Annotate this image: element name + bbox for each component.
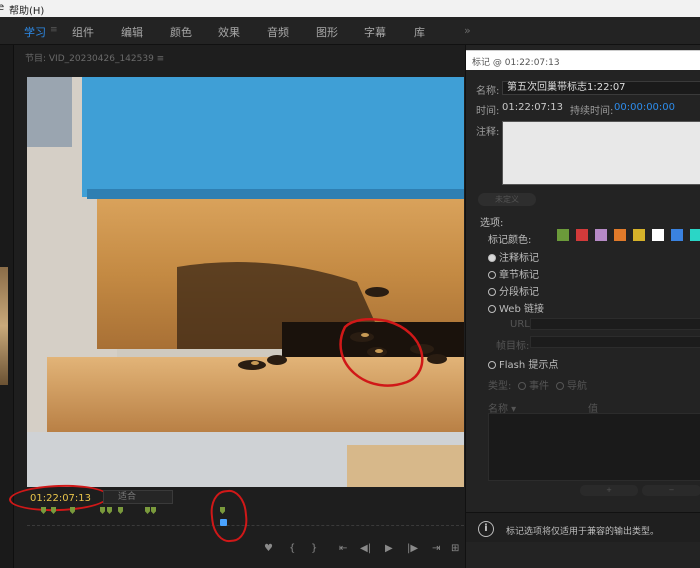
marker-icon[interactable] xyxy=(70,507,75,514)
add-cue-button: + xyxy=(580,485,638,496)
color-swatch-red[interactable] xyxy=(576,229,588,241)
radio-off-icon xyxy=(488,305,496,313)
frame-target-label: 帧目标: xyxy=(496,341,530,352)
step-forward-button[interactable]: |▶ xyxy=(407,543,418,554)
video-image xyxy=(27,77,464,487)
color-swatch-cyan[interactable] xyxy=(690,229,700,241)
options-label: 选项: xyxy=(480,218,504,229)
tab-effects[interactable]: 效果 xyxy=(218,24,240,40)
color-swatch-green[interactable] xyxy=(557,229,569,241)
duration-label: 持续时间: xyxy=(570,106,614,117)
radio-web-link[interactable]: Web 链接 xyxy=(488,300,544,315)
clip-thumbnail xyxy=(0,267,8,385)
color-swatch-white[interactable] xyxy=(652,229,664,241)
menu-bar: e 帮助(H) xyxy=(0,0,700,17)
annotation-circle xyxy=(208,488,250,544)
radio-off-icon xyxy=(518,382,526,390)
go-to-out-button[interactable]: ⇥ xyxy=(432,543,440,554)
marker-icon[interactable] xyxy=(41,507,46,514)
left-panel-strip xyxy=(0,45,14,568)
time-value[interactable]: 01:22:07:13 xyxy=(502,102,563,113)
comment-textarea[interactable] xyxy=(502,121,700,185)
radio-segment-marker[interactable]: 分段标记 xyxy=(488,283,539,298)
tab-libraries[interactable]: 库 xyxy=(414,24,425,40)
time-label: 时间: xyxy=(476,106,500,117)
marker-icon[interactable] xyxy=(51,507,56,514)
marker-panel: 标记 @ 01:22:07:13 名称: 第五次回巢带标志1:22:07 时间:… xyxy=(465,45,700,568)
workspace-bar: 学习 ≡ 组件 编辑 颜色 效果 音频 图形 字幕 库 » xyxy=(0,17,700,45)
remove-cue-button: − xyxy=(642,485,700,496)
tab-learn[interactable]: 学习 xyxy=(24,24,46,40)
program-monitor: 节目: VID_20230426_142539 ≡ 01:22:07:13 适合… xyxy=(8,45,464,568)
info-bar: i 标记选项将仅适用于兼容的输出类型。 xyxy=(466,512,700,542)
radio-off-icon xyxy=(488,271,496,279)
menu-item-help[interactable]: 帮助(H) xyxy=(9,2,44,17)
radio-label: 注释标记 xyxy=(499,253,539,264)
tab-color[interactable]: 颜色 xyxy=(170,24,192,40)
transport-controls: ♥ { } ⇤ ◀| ▶ |▶ ⇥ ⊞ xyxy=(27,540,464,560)
marker-icon[interactable] xyxy=(107,507,112,514)
tab-assembly[interactable]: 组件 xyxy=(72,24,94,40)
tab-editing[interactable]: 编辑 xyxy=(121,24,143,40)
marker-icon[interactable] xyxy=(100,507,105,514)
video-frame[interactable] xyxy=(27,77,464,487)
mark-in-button[interactable]: { xyxy=(289,543,295,554)
duration-value[interactable]: 00:00:00:00 xyxy=(614,102,675,113)
radio-off-icon xyxy=(556,382,564,390)
play-button[interactable]: ▶ xyxy=(385,543,393,554)
undefine-button[interactable]: 未定义 xyxy=(478,193,536,206)
overflow-icon[interactable]: » xyxy=(464,24,471,37)
go-to-in-button[interactable]: ⇤ xyxy=(339,543,347,554)
color-swatch-purple[interactable] xyxy=(595,229,607,241)
marker-color-label: 标记颜色: xyxy=(488,235,532,246)
marker-icon[interactable] xyxy=(118,507,123,514)
playhead-timecode[interactable]: 01:22:07:13 xyxy=(30,493,91,504)
url-input xyxy=(530,318,700,330)
tab-audio[interactable]: 音频 xyxy=(267,24,289,40)
radio-comment-marker[interactable]: 注释标记 xyxy=(488,249,539,264)
cue-point-list xyxy=(488,413,700,481)
tab-graphics[interactable]: 图形 xyxy=(316,24,338,40)
color-swatch-blue[interactable] xyxy=(671,229,683,241)
panel-title[interactable]: 标记 @ 01:22:07:13 xyxy=(466,50,700,70)
monitor-title[interactable]: 节目: VID_20230426_142539 ≡ xyxy=(25,51,164,64)
radio-label: 分段标记 xyxy=(499,287,539,298)
lift-button[interactable]: ⊞ xyxy=(451,543,459,554)
frame-target-input xyxy=(530,336,700,348)
name-label: 名称: xyxy=(476,86,500,97)
marker-name-input[interactable]: 第五次回巢带标志1:22:07 xyxy=(502,81,700,95)
marker-icon[interactable] xyxy=(151,507,156,514)
radio-chapter-marker[interactable]: 章节标记 xyxy=(488,266,539,281)
radio-off-icon xyxy=(488,361,496,369)
radio-label: Flash 提示点 xyxy=(499,360,559,371)
radio-off-icon xyxy=(488,288,496,296)
marker-icon[interactable] xyxy=(145,507,150,514)
radio-event: 事件 xyxy=(518,377,549,392)
info-text: 标记选项将仅适用于兼容的输出类型。 xyxy=(506,527,660,537)
radio-label: Web 链接 xyxy=(499,304,544,315)
mark-out-button[interactable]: } xyxy=(311,543,317,554)
color-swatch-orange[interactable] xyxy=(614,229,626,241)
radio-on-icon xyxy=(488,254,496,262)
info-icon: i xyxy=(478,521,494,537)
comment-label: 注释: xyxy=(476,127,500,138)
color-swatch-yellow[interactable] xyxy=(633,229,645,241)
fit-dropdown[interactable]: 适合 xyxy=(103,490,173,504)
step-back-button[interactable]: ◀| xyxy=(360,543,371,554)
tab-captions[interactable]: 字幕 xyxy=(364,24,386,40)
radio-label: 章节标记 xyxy=(499,270,539,281)
radio-flash-cue[interactable]: Flash 提示点 xyxy=(488,356,558,371)
type-label: 类型: xyxy=(488,381,512,392)
menu-icon[interactable]: ≡ xyxy=(50,25,58,35)
radio-label: 导航 xyxy=(567,381,587,392)
menu-item-partial[interactable]: e xyxy=(0,2,4,13)
radio-navigation: 导航 xyxy=(556,377,587,392)
radio-label: 事件 xyxy=(529,381,549,392)
add-marker-button[interactable]: ♥ xyxy=(264,543,273,554)
